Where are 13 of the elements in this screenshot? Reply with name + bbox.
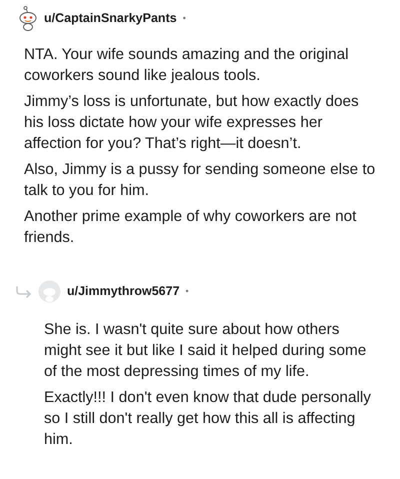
comment-paragraph: Exactly!!! I don't even know that dude personally so I still don't really get how this all is affecting him.	[44, 388, 372, 450]
separator-dot: •	[186, 286, 189, 296]
comment-paragraph: Jimmy’s loss is unfortunate, but how exactly does his loss dictate how your wife expresses her affection for you? That’s right—it doesn’t.	[24, 92, 360, 154]
comment-paragraph: She is. I wasn't quite sure about how others might see it but like I said it helped during some of the most depressing times of my life.	[44, 320, 368, 382]
comment-paragraph: Another prime example of why coworkers are not friends.	[24, 207, 358, 248]
username-link[interactable]: u/CaptainSnarkyPants	[44, 11, 177, 25]
reply-arrow-icon	[15, 286, 33, 298]
comment-paragraph: Also, Jimmy is a pussy for sending someone else to talk to you for him.	[24, 160, 376, 201]
username-link[interactable]: u/Jimmythrow5677	[67, 284, 180, 298]
avatar-icon	[38, 280, 61, 302]
comment-paragraph: NTA. Your wife sounds amazing and the original coworkers sound like jealous tools.	[24, 45, 350, 86]
separator-dot: •	[182, 13, 186, 23]
avatar-icon	[17, 5, 39, 31]
